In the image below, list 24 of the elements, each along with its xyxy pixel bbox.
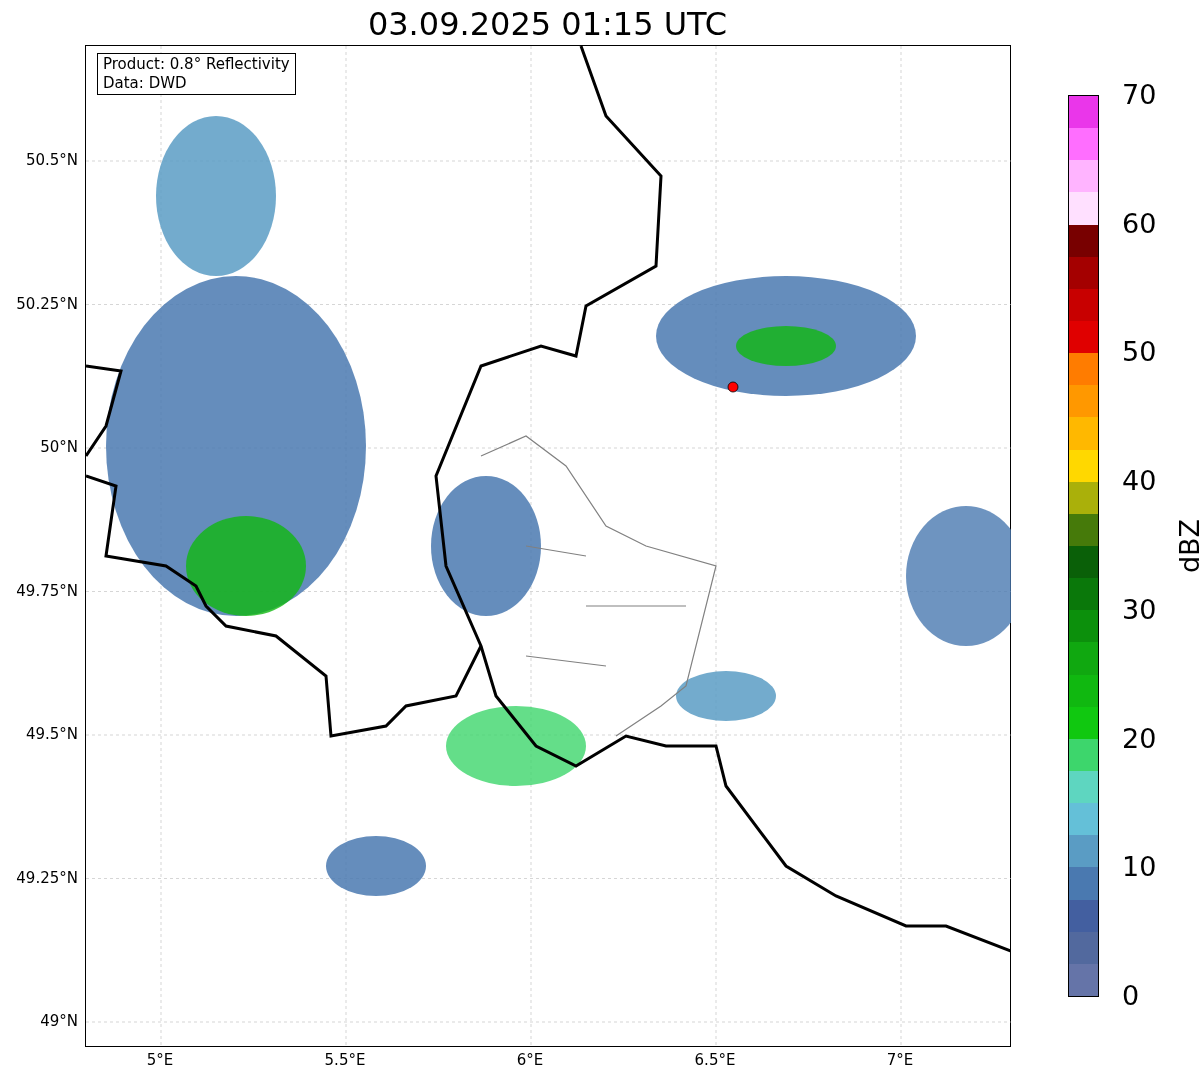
- axis-tick-label: 5.5°E: [323, 1051, 367, 1069]
- colorbar-tick-label: 30: [1122, 594, 1157, 625]
- colorbar-tick-label: 20: [1122, 723, 1157, 754]
- colorbar-tick-label: 70: [1122, 80, 1157, 110]
- axis-tick-label: 6.5°E: [693, 1051, 737, 1069]
- colorbar-tick-label: 0: [1122, 980, 1140, 1011]
- axis-tick-label: 49.25°N: [16, 868, 78, 887]
- axis-tick-label: 50.25°N: [16, 294, 78, 313]
- axis-tick-label: 5°E: [145, 1051, 175, 1069]
- axis-tick-label: 7°E: [885, 1051, 915, 1069]
- axis-tick-label: 6°E: [515, 1051, 545, 1069]
- colorbar-label: dBZ: [1174, 518, 1202, 574]
- colorbar-tick-label: 10: [1122, 852, 1157, 883]
- colorbar-tick-label: 40: [1122, 466, 1157, 497]
- axis-tick-label: 49.75°N: [16, 581, 78, 600]
- axis-tick-label: 49°N: [40, 1012, 78, 1030]
- legend-text: Data: DWD: [103, 74, 188, 93]
- axis-tick-label: 49.5°N: [25, 725, 78, 743]
- colorbar-tick-label: 60: [1122, 208, 1157, 239]
- colorbar-tick-label: 50: [1122, 337, 1157, 368]
- axis-tick-label: 50°N: [40, 438, 78, 456]
- legend-text: Product: 0.8° Reflectivity: [103, 55, 290, 74]
- axis-tick-label: 50.5°N: [25, 151, 78, 169]
- chart-title: 03.09.2025 01:15 UTC: [366, 4, 729, 45]
